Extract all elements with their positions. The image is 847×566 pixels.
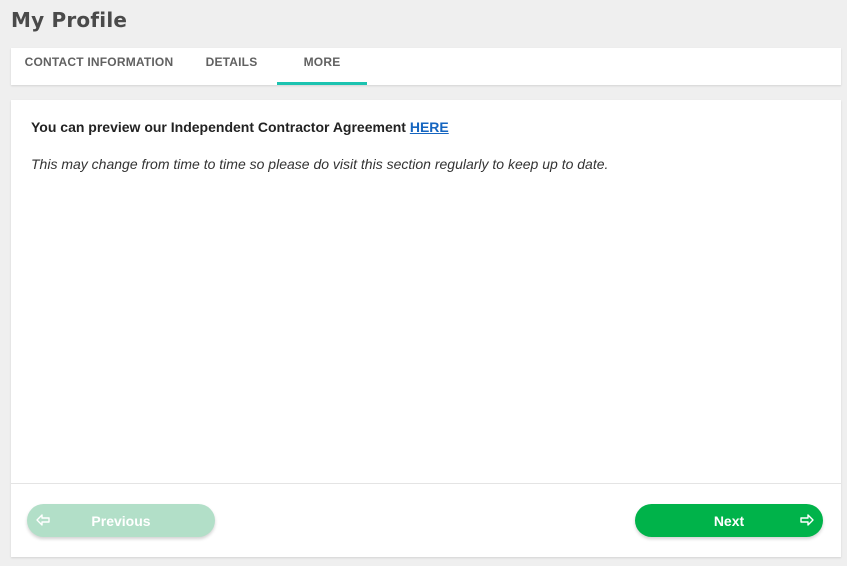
arrow-right-icon	[800, 514, 814, 526]
footer-divider	[11, 483, 841, 484]
page-title: My Profile	[11, 8, 128, 32]
agreement-preview-text: You can preview our Independent Contract…	[31, 119, 449, 135]
agreement-preview-label: You can preview our Independent Contract…	[31, 119, 410, 135]
tab-more[interactable]: MORE	[277, 48, 367, 85]
profile-page: My Profile CONTACT INFORMATION DETAILS M…	[0, 0, 847, 566]
content-panel: You can preview our Independent Contract…	[11, 100, 841, 557]
agreement-note: This may change from time to time so ple…	[31, 156, 609, 172]
next-button-label: Next	[713, 512, 745, 529]
active-tab-indicator	[277, 82, 367, 85]
tab-bar: CONTACT INFORMATION DETAILS MORE	[11, 48, 841, 85]
agreement-here-link[interactable]: HERE	[410, 119, 449, 135]
next-button[interactable]: Next	[635, 504, 823, 537]
previous-button-label: Previous	[91, 512, 151, 529]
arrow-left-icon	[36, 514, 50, 526]
tab-details[interactable]: DETAILS	[187, 48, 276, 85]
previous-button[interactable]: Previous	[27, 504, 215, 537]
tab-contact-information[interactable]: CONTACT INFORMATION	[11, 48, 187, 85]
